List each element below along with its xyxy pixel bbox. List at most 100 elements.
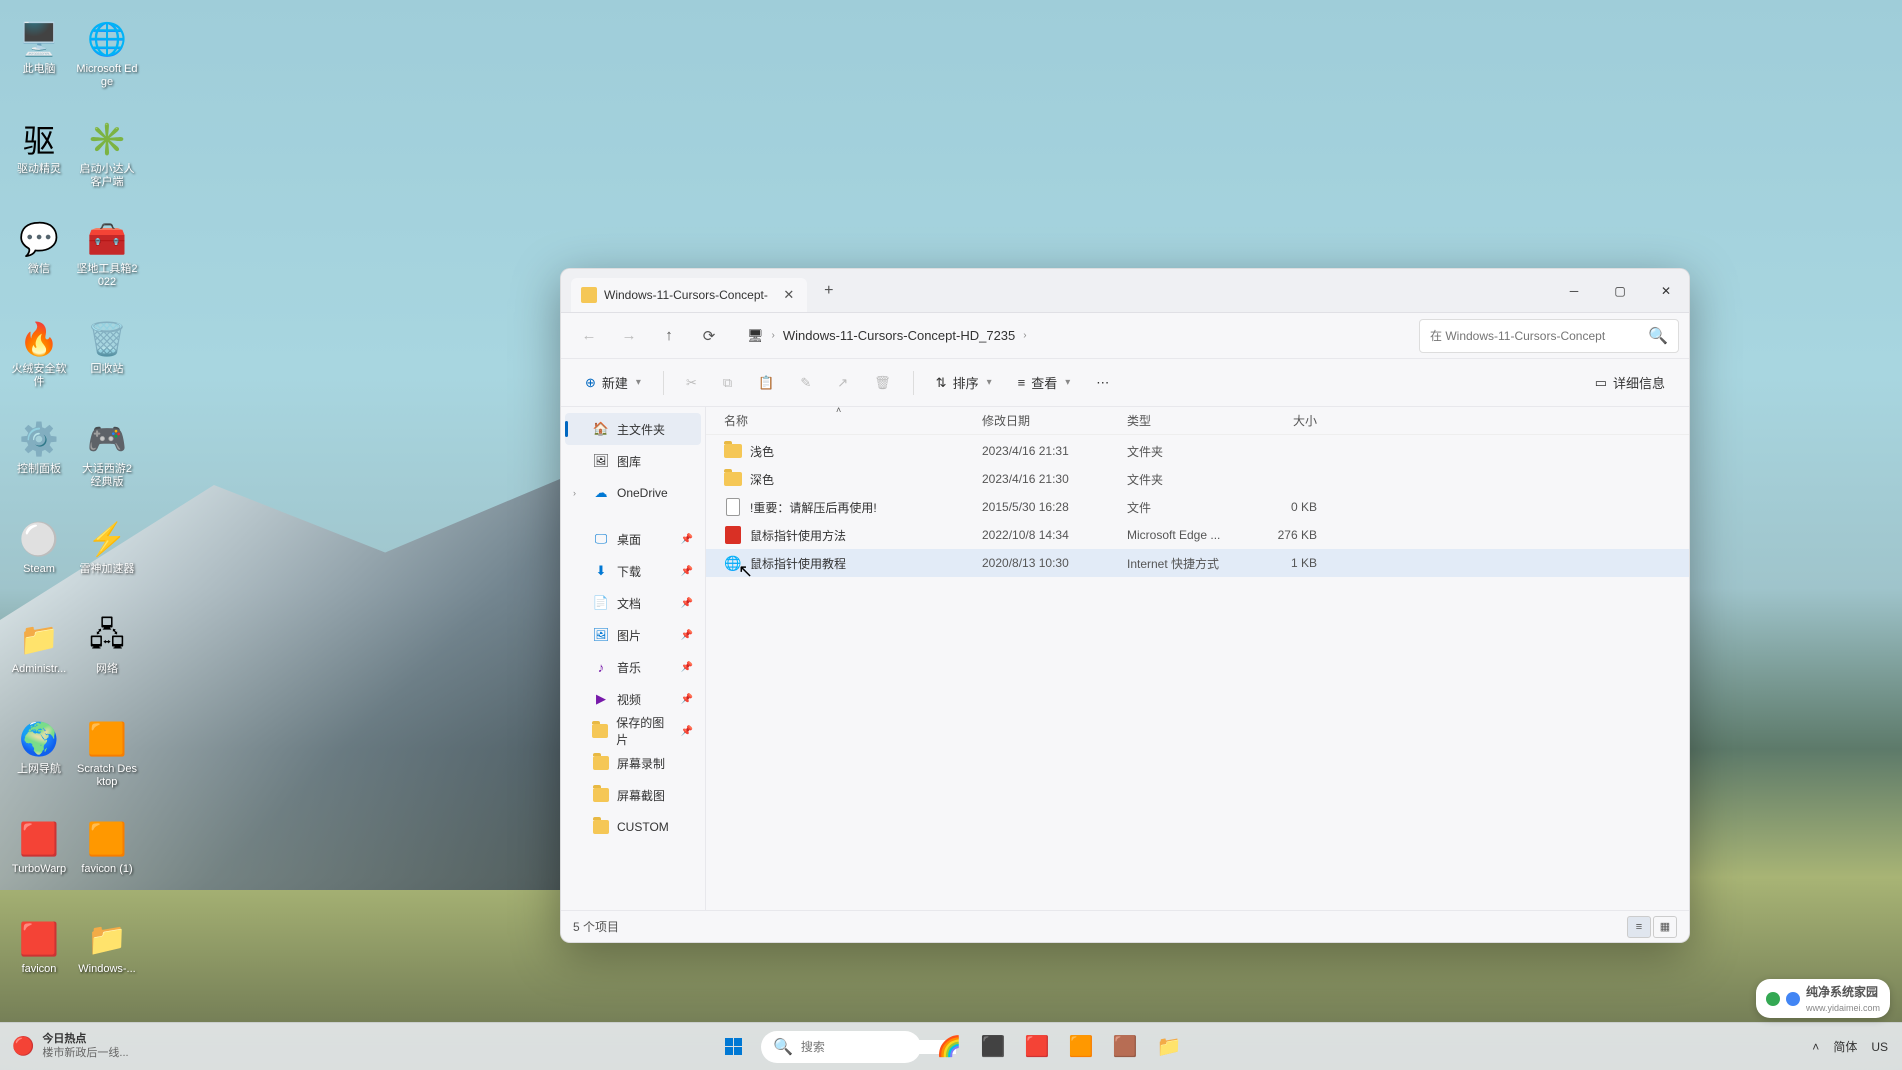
sidebar-item-onedrive[interactable]: ›☁OneDrive [565, 477, 701, 509]
details-pane-button[interactable]: ▭ 详细信息 [1585, 366, 1675, 400]
app-icon: 🖧 [86, 618, 128, 660]
sidebar-item-videos[interactable]: ▶视频📌 [565, 683, 701, 715]
taskview-button[interactable]: ⬛ [973, 1027, 1013, 1067]
tab-close-button[interactable]: ✕ [781, 287, 797, 303]
sidebar-item-gallery[interactable]: 🖼图库 [565, 445, 701, 477]
file-row[interactable]: 🌐鼠标指针使用教程2020/8/13 10:30Internet 快捷方式1 K… [706, 549, 1689, 577]
breadcrumb[interactable]: 🖥 › Windows-11-Cursors-Concept-HD_7235 › [739, 319, 1407, 353]
desktop-icon[interactable]: 🗑️回收站 [73, 310, 141, 410]
desktop-icon[interactable]: 🧰坚地工具箱2022 [73, 210, 141, 310]
tab-active[interactable]: Windows-11-Cursors-Concept- ✕ [571, 278, 807, 312]
up-button[interactable]: ↑ [651, 318, 687, 354]
thumbnails-view-button[interactable]: ▦ [1653, 916, 1677, 938]
column-type[interactable]: 类型 [1127, 412, 1247, 429]
desktop-icon[interactable]: 驱驱动精灵 [5, 110, 73, 210]
icon-label: 此电脑 [23, 63, 56, 76]
file-size: 276 KB [1247, 528, 1327, 542]
copy-button[interactable]: ⧉ [713, 366, 742, 400]
desktop-icon[interactable]: 📁Windows-... [73, 910, 141, 1010]
breadcrumb-segment[interactable]: Windows-11-Cursors-Concept-HD_7235 [783, 328, 1015, 343]
app-icon: 🔥 [18, 318, 60, 360]
sidebar-item-music[interactable]: ♪音乐📌 [565, 651, 701, 683]
desktop-icon[interactable]: 🌐Microsoft Edge [73, 10, 141, 110]
column-size[interactable]: 大小 [1247, 412, 1327, 429]
file-row[interactable]: 鼠标指针使用方法2022/10/8 14:34Microsoft Edge ..… [706, 521, 1689, 549]
taskbar-explorer[interactable]: 📁 [1149, 1027, 1189, 1067]
sidebar-item-home[interactable]: 🏠主文件夹 [565, 413, 701, 445]
maximize-button[interactable]: ▢ [1597, 269, 1643, 313]
cut-button[interactable]: ✂ [676, 366, 707, 400]
desktop-icon[interactable]: 🖧网络 [73, 610, 141, 710]
tray-chevron[interactable]: ˄ [1812, 1040, 1819, 1054]
file-size: 0 KB [1247, 500, 1327, 514]
file-type: Microsoft Edge ... [1127, 528, 1247, 542]
sidebar-item-saved-pictures[interactable]: 保存的图片📌 [565, 715, 701, 747]
ime-button[interactable]: 简体 [1833, 1038, 1857, 1055]
minimize-button[interactable]: ─ [1551, 269, 1597, 313]
desktop-icon[interactable]: 🎮大话西游2 经典版 [73, 410, 141, 510]
app-icon: 🌍 [18, 718, 60, 760]
desktop-icon[interactable]: 🌍上网导航 [5, 710, 73, 810]
column-date[interactable]: 修改日期 [982, 412, 1127, 429]
details-view-button[interactable]: ≡ [1627, 916, 1651, 938]
widgets-button[interactable]: 🔴 今日热点 楼市新政后一线... [0, 1033, 141, 1059]
taskbar-app-2[interactable]: 🟥 [1017, 1027, 1057, 1067]
file-type: Internet 快捷方式 [1127, 555, 1247, 572]
view-button[interactable]: ≡ 查看▾ [1008, 366, 1081, 400]
refresh-button[interactable]: ⟳ [691, 318, 727, 354]
desktop-icon[interactable]: 🟥favicon [5, 910, 73, 1010]
share-button[interactable]: ↗ [827, 366, 858, 400]
desktop-icon[interactable]: ✳️启动小达人客户端 [73, 110, 141, 210]
paste-button[interactable]: 📋 [748, 366, 784, 400]
column-name[interactable]: 名称˄ [724, 412, 982, 429]
file-row[interactable]: 深色2023/4/16 21:30文件夹 [706, 465, 1689, 493]
desktop-icon[interactable]: 💬微信 [5, 210, 73, 310]
pdf-icon [724, 526, 742, 544]
desktop-icon[interactable]: 🖥️此电脑 [5, 10, 73, 110]
sidebar-item-downloads[interactable]: ⬇下载📌 [565, 555, 701, 587]
sidebar-item-desktop[interactable]: 🖵桌面📌 [565, 523, 701, 555]
rename-button[interactable]: ✎ [790, 366, 821, 400]
file-row[interactable]: !重要：请解压后再使用!2015/5/30 16:28文件0 KB [706, 493, 1689, 521]
taskbar-app-1[interactable]: 🌈 [929, 1027, 969, 1067]
titlebar[interactable]: Windows-11-Cursors-Concept- ✕ + ─ ▢ ✕ [561, 269, 1689, 313]
taskbar: 🔴 今日热点 楼市新政后一线... 🔍 🌈 ⬛ 🟥 🟧 🟫 📁 ˄ 简体 US [0, 1022, 1902, 1070]
desktop-icon[interactable]: 🟧favicon (1) [73, 810, 141, 910]
file-name: 深色 [750, 471, 982, 488]
file-row[interactable]: 浅色2023/4/16 21:31文件夹 [706, 437, 1689, 465]
new-button[interactable]: ⊕新建▾ [575, 366, 651, 400]
back-button[interactable]: ← [571, 318, 607, 354]
start-button[interactable] [713, 1027, 753, 1067]
new-tab-button[interactable]: + [813, 275, 845, 307]
sidebar-item-documents[interactable]: 📄文档📌 [565, 587, 701, 619]
file-list: 浅色2023/4/16 21:31文件夹深色2023/4/16 21:30文件夹… [706, 435, 1689, 910]
taskbar-app-4[interactable]: 🟫 [1105, 1027, 1145, 1067]
desktop-icon[interactable]: 📁Administr... [5, 610, 73, 710]
app-icon: 驱 [18, 118, 60, 160]
desktop-icon[interactable]: 🟥TurboWarp [5, 810, 73, 910]
search-input[interactable] [1430, 329, 1640, 343]
search-box[interactable]: 🔍 [1419, 319, 1679, 353]
ime-kbd[interactable]: US [1871, 1040, 1888, 1054]
more-button[interactable]: ⋯ [1086, 366, 1119, 400]
file-date: 2023/4/16 21:30 [982, 472, 1127, 486]
desktop-icon[interactable]: 🟧Scratch Desktop [73, 710, 141, 810]
sort-button[interactable]: ⇅ 排序▾ [926, 366, 1002, 400]
file-type: 文件夹 [1127, 443, 1247, 460]
chevron-right-icon: › [1023, 330, 1026, 341]
sidebar-item-custom[interactable]: CUSTOM [565, 811, 701, 843]
taskbar-app-3[interactable]: 🟧 [1061, 1027, 1101, 1067]
forward-button[interactable]: → [611, 318, 647, 354]
sidebar-item-pictures[interactable]: 🖼图片📌 [565, 619, 701, 651]
taskbar-search[interactable]: 🔍 [761, 1031, 921, 1063]
icon-label: 坚地工具箱2022 [75, 263, 139, 289]
sidebar-item-screenrec[interactable]: 屏幕录制 [565, 747, 701, 779]
delete-button[interactable]: 🗑 [864, 366, 901, 400]
desktop-icon[interactable]: 🔥火绒安全软件 [5, 310, 73, 410]
close-button[interactable]: ✕ [1643, 269, 1689, 313]
desktop-icon[interactable]: ⚡雷神加速器 [73, 510, 141, 610]
desktop-icon[interactable]: ⚙️控制面板 [5, 410, 73, 510]
toolbar: ⊕新建▾ ✂ ⧉ 📋 ✎ ↗ 🗑 ⇅ 排序▾ ≡ 查看▾ ⋯ ▭ 详细信息 [561, 359, 1689, 407]
desktop-icon[interactable]: ⚪Steam [5, 510, 73, 610]
sidebar-item-screenshots[interactable]: 屏幕截图 [565, 779, 701, 811]
